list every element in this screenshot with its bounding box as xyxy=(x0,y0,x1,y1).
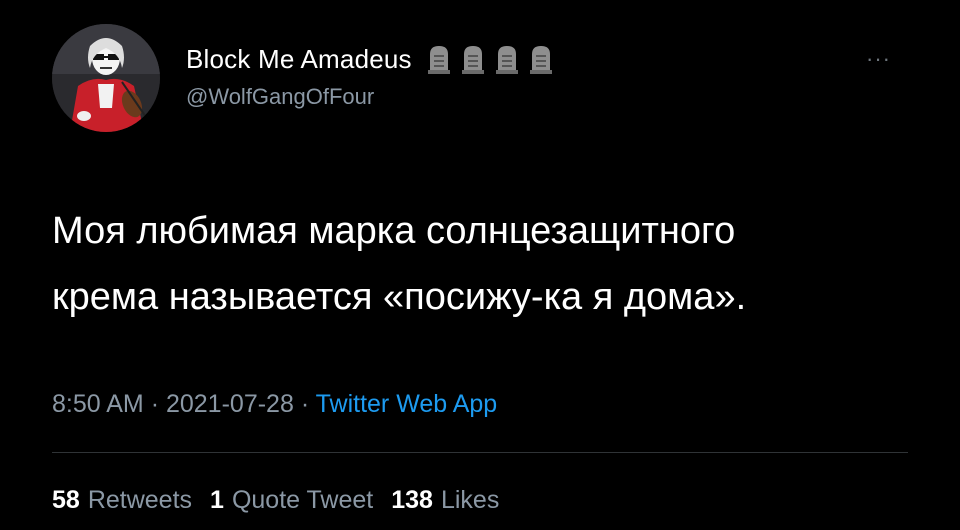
name-emojis xyxy=(426,44,554,74)
more-options-icon[interactable]: ··· xyxy=(866,46,891,72)
meta-separator: · xyxy=(300,390,316,418)
quotes-stat[interactable]: 1 Quote Tweet xyxy=(210,486,373,515)
likes-label: Likes xyxy=(440,486,500,514)
retweets-stat[interactable]: 58 Retweets xyxy=(52,486,192,515)
likes-count: 138 xyxy=(391,486,433,514)
user-handle[interactable]: @WolfGangOfFour xyxy=(186,84,374,110)
tweet-date[interactable]: 2021-07-28 xyxy=(166,390,294,418)
tweet-meta: 8:50 AM · 2021-07-28 · Twitter Web App xyxy=(52,390,497,419)
headstone-icon xyxy=(461,46,484,74)
headstone-icon xyxy=(495,46,518,74)
headstone-icon xyxy=(427,46,450,74)
quotes-label: Quote Tweet xyxy=(231,486,374,514)
avatar[interactable] xyxy=(52,24,160,132)
tweet-text-line: крема называется «посижу-ка я дома». xyxy=(52,276,747,318)
meta-separator: · xyxy=(150,390,166,418)
display-name[interactable]: Block Me Amadeus xyxy=(186,44,412,75)
divider xyxy=(52,452,908,453)
headstone-icon xyxy=(529,46,552,74)
tweet-stats: 58 Retweets 1 Quote Tweet 138 Likes xyxy=(52,486,499,515)
tweet-source[interactable]: Twitter Web App xyxy=(316,390,498,418)
retweets-label: Retweets xyxy=(87,486,193,514)
tweet-time[interactable]: 8:50 AM xyxy=(52,390,144,418)
likes-stat[interactable]: 138 Likes xyxy=(391,486,499,515)
tweet-text-line: Моя любимая марка солнцезащитного xyxy=(52,210,736,252)
display-name-row: Block Me Amadeus xyxy=(186,44,554,74)
tweet-text: Моя любимая марка солнцезащитного крема … xyxy=(52,198,932,330)
retweets-count: 58 xyxy=(52,486,80,514)
skeleton-mozart-avatar-icon xyxy=(52,24,160,132)
tweet-card: Block Me Amadeus @WolfGangOfFour ··· Моя… xyxy=(0,0,960,530)
quotes-count: 1 xyxy=(210,486,224,514)
